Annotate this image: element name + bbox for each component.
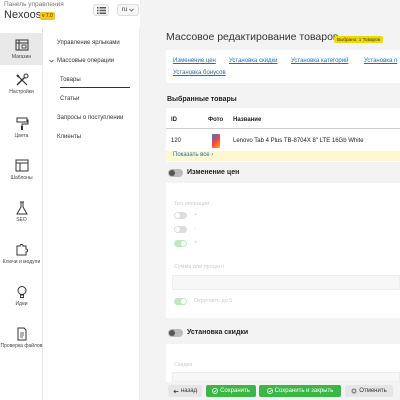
product-thumbnail — [212, 134, 220, 148]
rail-label: Магазин — [11, 54, 32, 60]
active-indicator — [60, 87, 130, 88]
round-toggle[interactable] — [174, 298, 187, 305]
rail-label: Идеи — [15, 301, 28, 307]
puzzle-icon — [16, 244, 28, 256]
check-circle-icon — [266, 388, 273, 394]
save-label: Сохранить — [220, 388, 250, 394]
rail-item-keys-modules[interactable]: Ключи и модули — [0, 242, 43, 265]
op-plus-label: + — [194, 212, 198, 218]
check-circle-icon — [212, 388, 219, 394]
rail-label: Проверка файлов — [0, 343, 43, 349]
template-icon — [15, 159, 28, 172]
amount-input[interactable] — [172, 275, 400, 290]
save-and-close-button[interactable]: Сохранить и закрыть — [259, 385, 341, 397]
save-button[interactable]: Сохранить — [206, 385, 256, 397]
table-header-divider — [166, 128, 400, 129]
back-button[interactable]: назад — [168, 385, 202, 397]
save-close-label: Сохранить и закрыть — [274, 388, 334, 394]
subnav-item-requests[interactable]: Запросы о поступлении — [57, 115, 123, 121]
subnav-item-bulk-ops[interactable]: Массовые операции — [49, 58, 114, 64]
column-name: Название — [233, 117, 262, 123]
rail-item-shop[interactable]: Магазин — [0, 33, 43, 65]
tab-bonuses[interactable]: Установка бонусов — [173, 70, 226, 76]
chevron-down-icon — [49, 59, 54, 63]
cancel-button[interactable]: Отменить — [345, 385, 393, 397]
rail-label: SEO — [16, 217, 27, 223]
discount-toggle[interactable] — [168, 329, 183, 337]
rail-item-file-check[interactable]: Проверка файлов — [0, 326, 43, 349]
subnav-item-articles[interactable]: Статьи — [60, 96, 79, 102]
rail-item-settings[interactable]: Настройки — [0, 72, 43, 95]
wrench-screwdriver-icon — [15, 73, 28, 86]
op-minus-toggle[interactable] — [174, 226, 187, 233]
file-check-icon — [17, 327, 26, 341]
tab-discount[interactable]: Установка скидки — [229, 58, 277, 64]
sub-navigation — [44, 28, 140, 400]
rail-item-colors[interactable]: Цвета — [0, 116, 43, 139]
rail-label: Ключи и модули — [2, 259, 41, 265]
round-label: Округлить до 5 — [194, 298, 233, 304]
rail-label: Настройки — [9, 89, 34, 95]
chevron-down-icon — [129, 8, 134, 12]
brand-name[interactable]: Nexoos — [4, 9, 41, 21]
lightbulb-icon — [17, 286, 26, 298]
subnav-item-labels[interactable]: Управление ярлыками — [57, 40, 120, 46]
rail-label: Шаблоны — [10, 175, 33, 181]
tab-categories[interactable]: Установка категорий — [291, 58, 348, 64]
rail-item-seo[interactable]: SEO — [0, 200, 43, 223]
list-icon — [96, 6, 106, 14]
amount-label: Сумма или процент — [174, 264, 225, 270]
row-id: 120 — [171, 138, 182, 144]
version-badge: v 7.0 — [40, 12, 55, 20]
operation-type-label: Тип операции — [174, 201, 210, 207]
op-equals-label: = — [194, 240, 198, 246]
arrow-left-icon — [173, 389, 179, 393]
selected-count-badge: Выбрано: 1 Товаров — [334, 36, 384, 43]
subnav-item-products[interactable]: Товары — [60, 77, 81, 83]
column-photo: Фото — [208, 117, 224, 123]
tab-price-change[interactable]: Изменение цен — [173, 58, 216, 64]
price-change-toggle[interactable] — [168, 169, 183, 177]
close-circle-icon — [351, 388, 357, 394]
menu-toggle-button[interactable] — [93, 4, 109, 16]
back-label: назад — [180, 388, 198, 394]
icon-rail: Магазин Настройки Цвета Шаблоны SEO Ключ… — [0, 28, 43, 400]
op-plus-toggle[interactable] — [174, 212, 187, 219]
row-name[interactable]: Lenovo Tab 4 Plus TB-8704X 8" LTE 16Gb W… — [233, 138, 364, 144]
flask-icon — [15, 201, 28, 215]
cancel-label: Отменить — [359, 388, 387, 394]
show-all-link[interactable]: Показать все › — [173, 152, 213, 158]
op-minus-label: - — [194, 226, 196, 232]
show-all-row: Показать все › — [166, 151, 400, 161]
subnav-label: Массовые операции — [57, 58, 115, 64]
selected-products-title: Выбранные товары — [167, 96, 237, 103]
price-change-title: Изменение цен — [187, 169, 240, 176]
discount-title: Установка скидки — [187, 329, 249, 336]
operations-tabs — [166, 50, 400, 83]
discount-field-label: Скидка — [174, 362, 193, 368]
tab-set-other[interactable]: Установка п — [364, 58, 397, 64]
rail-label: Цвета — [14, 133, 29, 139]
rail-item-templates[interactable]: Шаблоны — [0, 158, 43, 181]
language-select[interactable]: ru — [117, 4, 139, 16]
op-equals-toggle[interactable] — [174, 240, 187, 247]
discount-input[interactable] — [172, 372, 400, 382]
language-value: ru — [121, 7, 128, 13]
page-title: Массовое редактирование товаров — [166, 31, 339, 43]
paint-roller-icon — [16, 117, 28, 130]
rail-item-ideas[interactable]: Идеи — [0, 284, 43, 307]
panel-label: Панель управления — [4, 1, 64, 8]
subnav-item-clients[interactable]: Клиенты — [57, 134, 81, 140]
column-id: ID — [171, 117, 177, 123]
shop-icon — [15, 39, 28, 51]
